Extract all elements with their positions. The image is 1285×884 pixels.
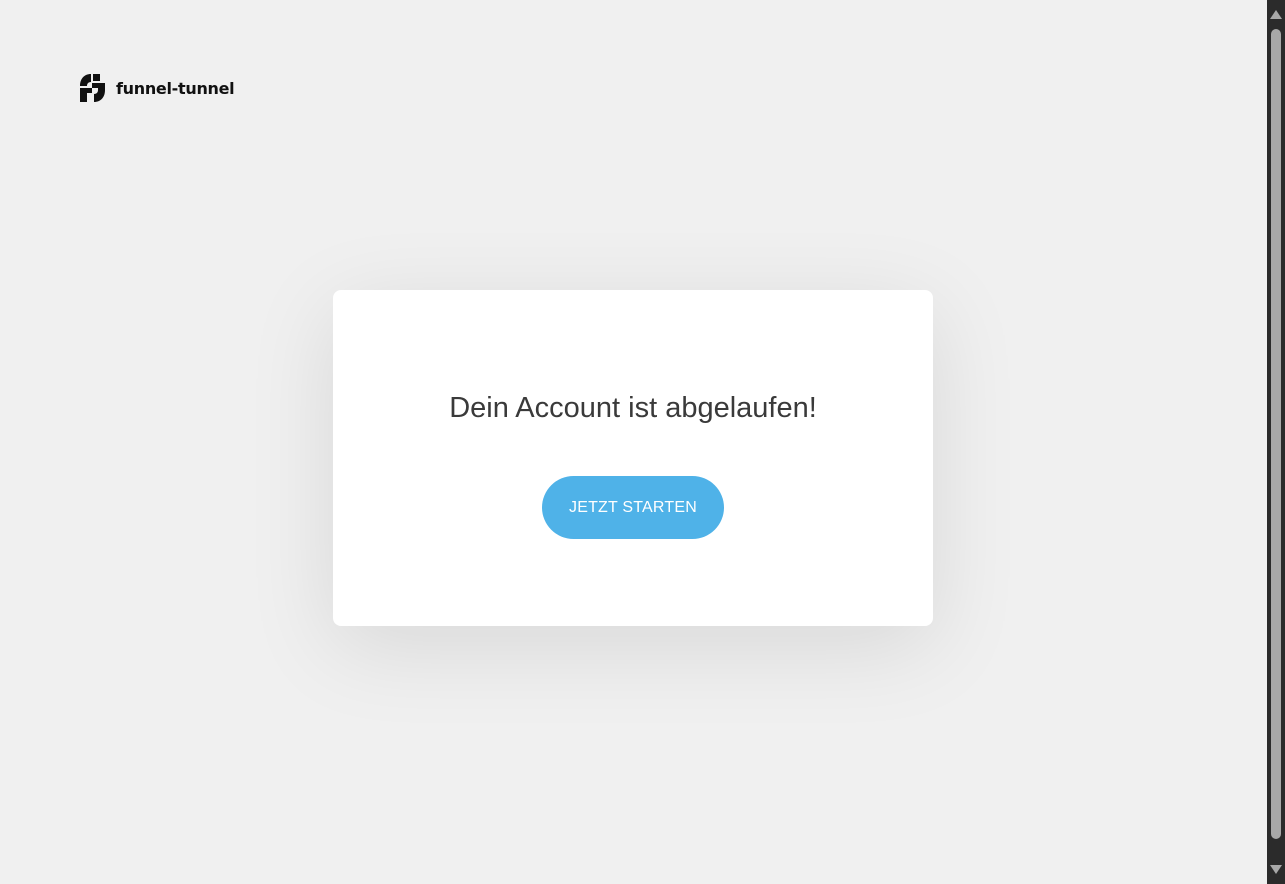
page: funnel-tunnel Dein Account ist abgelaufe… [0, 0, 1267, 884]
scroll-down-arrow-icon[interactable] [1270, 865, 1282, 874]
account-expired-card: Dein Account ist abgelaufen! JETZT START… [333, 290, 933, 626]
scrollbar-thumb[interactable] [1271, 29, 1281, 839]
brand-logo[interactable]: funnel-tunnel [77, 73, 235, 103]
scroll-up-arrow-icon[interactable] [1270, 10, 1282, 19]
brand-name: funnel-tunnel [116, 78, 235, 98]
funnel-tunnel-logo-icon [80, 74, 105, 102]
start-now-button[interactable]: JETZT STARTEN [542, 476, 724, 539]
vertical-scrollbar[interactable] [1267, 0, 1285, 884]
card-title: Dein Account ist abgelaufen! [449, 392, 817, 424]
